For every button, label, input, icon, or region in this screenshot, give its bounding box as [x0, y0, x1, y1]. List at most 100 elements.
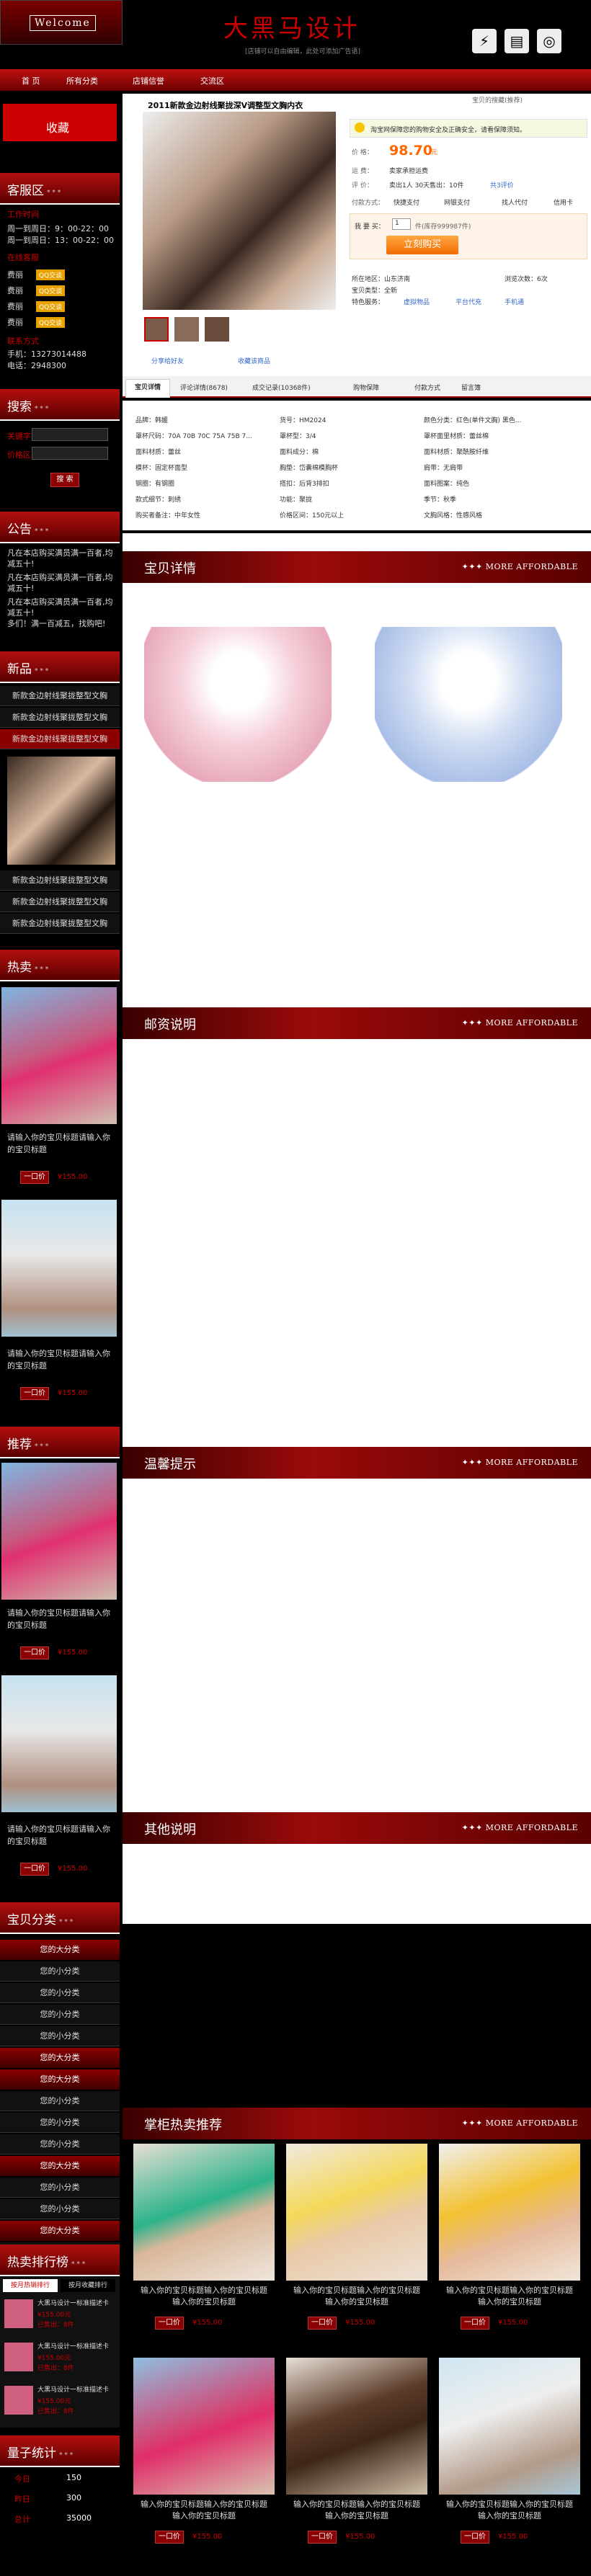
tab-records[interactable]: 成交记录(10368件)	[252, 383, 311, 392]
new-item-image[interactable]	[7, 757, 115, 865]
keyword-input[interactable]	[32, 428, 108, 441]
category-small[interactable]: 您的小分类	[0, 2113, 120, 2133]
search-button[interactable]: 搜 索	[50, 473, 79, 487]
category-big[interactable]: 您的大分类	[0, 2069, 120, 2090]
counter-item-image[interactable]	[133, 2144, 275, 2281]
thumb[interactable]	[144, 317, 169, 342]
rank-thumb[interactable]	[4, 2343, 33, 2371]
buy-now-button[interactable]: 一口价	[308, 2531, 337, 2544]
category-small[interactable]: 您的小分类	[0, 1983, 120, 2003]
buy-now-button[interactable]: 一口价	[461, 2531, 489, 2544]
rank-thumb[interactable]	[4, 2299, 33, 2328]
hot-image-1[interactable]	[1, 987, 117, 1124]
buy-now-button[interactable]: 一口价	[20, 1646, 49, 1659]
feat-item[interactable]: 平台代充	[456, 297, 481, 306]
more-link[interactable]: ✦✦✦ MORE AFFORDABLE	[462, 1823, 578, 1832]
buy-now-button[interactable]: 一口价	[20, 1863, 49, 1876]
rec-image-2[interactable]	[1, 1675, 117, 1812]
counter-item-title[interactable]: 输入你的宝贝标题输入你的宝贝标题输入你的宝贝标题	[445, 2499, 574, 2522]
more-link[interactable]: ✦✦✦ MORE AFFORDABLE	[462, 1018, 578, 1028]
rank-thumb[interactable]	[4, 2386, 33, 2415]
tab-guarantee[interactable]: 购物保障	[353, 383, 379, 392]
new-item[interactable]: 新款金边射线聚拢整型文胸	[0, 729, 120, 749]
thumb[interactable]	[205, 317, 229, 342]
counter-item-image[interactable]	[439, 2144, 580, 2281]
new-item[interactable]: 新款金边射线聚拢整型文胸	[0, 686, 120, 706]
thumb[interactable]	[174, 317, 199, 342]
new-item[interactable]: 新款金边射线聚拢整型文胸	[0, 708, 120, 728]
counter-item-title[interactable]: 输入你的宝贝标题输入你的宝贝标题输入你的宝贝标题	[292, 2285, 422, 2308]
attr-cell: 文胸风格：性感风格	[424, 512, 483, 520]
counter-item-image[interactable]	[133, 2358, 275, 2495]
category-big[interactable]: 您的大分类	[0, 1940, 120, 1960]
qq-badge[interactable]: QQ交谈	[36, 317, 66, 328]
attr-cell: 面料材质：聚酰胺纤维	[424, 449, 489, 456]
breadcrumb[interactable]: 宝贝的搜藏(推荐)	[472, 95, 523, 104]
qq-badge[interactable]: QQ交谈	[36, 301, 66, 312]
fav-icon[interactable]: ▤	[505, 29, 529, 53]
buy-now-button[interactable]: 一口价	[20, 1171, 49, 1184]
buy-now-button[interactable]: 一口价	[20, 1387, 49, 1400]
wang-icon[interactable]: ◎	[537, 29, 561, 53]
category-small[interactable]: 您的小分类	[0, 2199, 120, 2219]
nav-forum[interactable]: 交流区	[200, 75, 224, 86]
tab-payment[interactable]: 付款方式	[414, 383, 440, 392]
qty-input[interactable]: 1	[392, 218, 411, 230]
qq-badge[interactable]: QQ交谈	[36, 285, 66, 296]
rank-title: 热卖排行榜	[7, 2255, 68, 2270]
buy-now-button[interactable]: 一口价	[461, 2317, 489, 2330]
category-small[interactable]: 您的小分类	[0, 2178, 120, 2198]
new-item[interactable]: 新款金边射线聚拢整型文胸	[0, 914, 120, 934]
more-link[interactable]: ✦✦✦ MORE AFFORDABLE	[462, 2118, 578, 2128]
cart-icon[interactable]: ⚡	[472, 29, 497, 53]
tab-guestbook[interactable]: 留言簿	[461, 383, 481, 392]
nav-credit[interactable]: 店铺信誉	[133, 75, 164, 86]
tab-reviews[interactable]: 评论详情(8678)	[180, 383, 228, 392]
collect-box[interactable]: 收藏	[0, 101, 120, 144]
tab-detail[interactable]: 宝贝详情	[125, 379, 170, 398]
buy-now-button[interactable]: 一口价	[155, 2531, 184, 2544]
feat-item[interactable]: 虚拟物品	[404, 297, 430, 306]
category-big[interactable]: 您的大分类	[0, 2221, 120, 2241]
new-item[interactable]: 新款金边射线聚拢整型文胸	[0, 870, 120, 891]
rank-item-title[interactable]: 大黑马设计一标准描述卡	[37, 2298, 117, 2307]
more-link[interactable]: ✦✦✦ MORE AFFORDABLE	[462, 1458, 578, 1467]
rank-item-title[interactable]: 大黑马设计一标准描述卡	[37, 2384, 117, 2394]
price-input[interactable]	[32, 447, 108, 460]
nav-categories[interactable]: 所有分类	[66, 75, 98, 86]
more-link[interactable]: ✦✦✦ MORE AFFORDABLE	[462, 562, 578, 571]
category-big[interactable]: 您的大分类	[0, 2156, 120, 2176]
share-link[interactable]: 分享给好友	[151, 356, 184, 365]
counter-item-title[interactable]: 输入你的宝贝标题输入你的宝贝标题输入你的宝贝标题	[139, 2285, 269, 2308]
category-small[interactable]: 您的小分类	[0, 2026, 120, 2046]
qq-badge[interactable]: QQ交谈	[36, 269, 66, 280]
category-big[interactable]: 您的大分类	[0, 2048, 120, 2068]
counter-item-image[interactable]	[439, 2358, 580, 2495]
fav-link[interactable]: 收藏该商品	[238, 356, 270, 365]
hot-image-2[interactable]	[1, 1200, 117, 1337]
nav-home[interactable]: 首 页	[22, 75, 40, 86]
counter-item-image[interactable]	[286, 2144, 427, 2281]
rank-item-title[interactable]: 大黑马设计一标准描述卡	[37, 2341, 117, 2350]
feat-item[interactable]: 手机通	[505, 297, 524, 306]
category-small[interactable]: 您的小分类	[0, 2134, 120, 2154]
review-count[interactable]: 共3评价	[490, 180, 514, 190]
buy-now-button[interactable]: 一口价	[155, 2317, 184, 2330]
category-small[interactable]: 您的小分类	[0, 1961, 120, 1982]
rank-tab-fav[interactable]: 按月收藏排行	[61, 2279, 115, 2292]
new-header: 新品 * * *	[0, 651, 120, 683]
counter-item-title[interactable]: 输入你的宝贝标题输入你的宝贝标题输入你的宝贝标题	[292, 2499, 422, 2522]
nav-bar: 首 页 所有分类 店铺信誉 交流区	[0, 69, 591, 91]
buy-now-button[interactable]: 一口价	[308, 2317, 337, 2330]
counter-item-price: ¥155.00	[498, 2319, 528, 2327]
counter-item-title[interactable]: 输入你的宝贝标题输入你的宝贝标题输入你的宝贝标题	[139, 2499, 269, 2522]
category-small[interactable]: 您的小分类	[0, 2005, 120, 2025]
buy-now-button[interactable]: 立刻购买	[386, 236, 458, 254]
new-item[interactable]: 新款金边射线聚拢整型文胸	[0, 892, 120, 912]
rec-image-1[interactable]	[1, 1463, 117, 1600]
rank-tab-sales[interactable]: 按月热销排行	[3, 2279, 58, 2292]
counter-item-image[interactable]	[286, 2358, 427, 2495]
notice-text[interactable]: 淘宝网保障您的购物安全及正确安全，请看保障须知。	[370, 125, 526, 134]
category-small[interactable]: 您的小分类	[0, 2091, 120, 2111]
counter-item-title[interactable]: 输入你的宝贝标题输入你的宝贝标题输入你的宝贝标题	[445, 2285, 574, 2308]
